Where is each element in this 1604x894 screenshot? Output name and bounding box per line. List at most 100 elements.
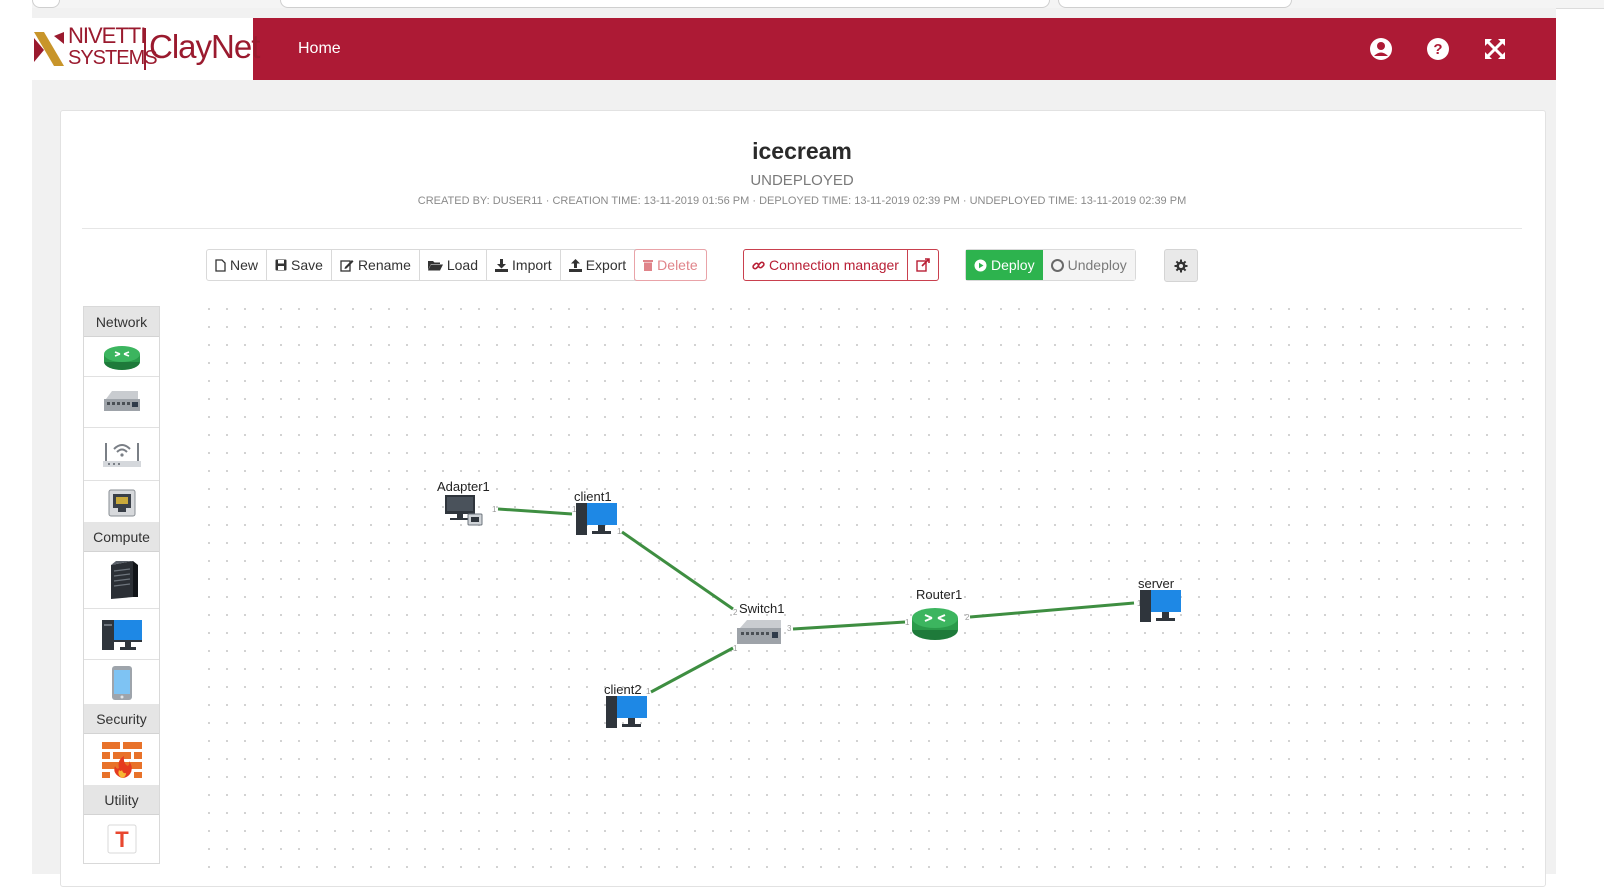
export-button[interactable]: Export xyxy=(561,250,636,280)
folder-open-icon xyxy=(427,261,443,271)
browser-back-button[interactable] xyxy=(32,0,60,8)
desktop-computer-icon xyxy=(101,620,142,650)
firewall-icon xyxy=(101,741,142,778)
server-screen xyxy=(1151,590,1181,612)
palette-item-router[interactable] xyxy=(84,337,159,377)
server-base xyxy=(1156,618,1175,621)
connection-group: Connection manager xyxy=(743,249,939,281)
download-icon xyxy=(495,258,509,272)
project-meta: CREATED BY: DUSER11 · CREATION TIME: 13-… xyxy=(417,195,1187,207)
server-stand xyxy=(1162,612,1169,618)
connection-manager-button[interactable]: Connection manager xyxy=(744,250,908,280)
client2-stand xyxy=(628,718,635,724)
edit-icon xyxy=(340,259,354,272)
delete-button[interactable]: Delete xyxy=(634,249,707,281)
deploy-label: Deploy xyxy=(991,257,1035,273)
component-palette: Network Compute Security Utility T xyxy=(83,306,160,864)
save-button[interactable]: Save xyxy=(267,250,332,280)
upload-icon xyxy=(568,258,582,272)
project-title: icecream xyxy=(752,138,852,164)
user-circle-icon[interactable] xyxy=(1368,36,1394,62)
router-icon xyxy=(103,345,140,370)
palette-item-switch[interactable] xyxy=(84,377,159,428)
adapter-stand xyxy=(457,514,463,518)
mobile-device-icon xyxy=(111,665,132,700)
network-adapter-icon xyxy=(108,489,135,517)
load-label: Load xyxy=(446,257,479,273)
fullscreen-icon[interactable] xyxy=(1482,36,1508,62)
palette-item-desktop[interactable] xyxy=(84,609,159,660)
file-icon xyxy=(215,258,226,272)
deploy-group: Deploy Undeploy xyxy=(965,249,1136,281)
server-tower-icon xyxy=(110,561,138,599)
external-link-icon xyxy=(916,258,930,272)
svg-text:T: T xyxy=(115,827,129,852)
topology-canvas[interactable] xyxy=(200,300,1525,870)
save-label: Save xyxy=(291,257,323,273)
gear-icon xyxy=(1174,259,1188,272)
palette-header-security: Security xyxy=(84,704,159,734)
header-divider xyxy=(82,228,1522,229)
adapter-port xyxy=(471,517,479,522)
link-icon xyxy=(752,260,765,270)
svg-text:?: ? xyxy=(1433,41,1442,58)
node-router1[interactable] xyxy=(912,608,958,640)
desktop-computer-icon xyxy=(1140,590,1151,622)
import-label: Import xyxy=(512,257,552,273)
client2-base xyxy=(622,724,641,727)
palette-item-firewall[interactable] xyxy=(84,734,159,786)
adapter-base xyxy=(450,518,470,520)
client1-stand xyxy=(598,525,605,531)
switch-icon xyxy=(103,391,140,411)
palette-item-server[interactable] xyxy=(84,552,159,609)
client2-screen xyxy=(617,696,647,718)
switch1-uplink xyxy=(772,632,778,638)
brand-logo[interactable]: NIVETTI SYSTEMS ClayNet xyxy=(32,18,260,80)
deploy-button[interactable]: Deploy xyxy=(966,250,1043,280)
export-label: Export xyxy=(585,257,627,273)
palette-item-text[interactable]: T xyxy=(84,815,159,863)
switch-icon xyxy=(740,620,781,628)
browser-address-bar[interactable] xyxy=(280,0,1050,8)
client1-screen xyxy=(587,503,617,525)
load-button[interactable]: Load xyxy=(420,250,488,280)
desktop-computer-icon xyxy=(576,503,587,535)
stop-circle-icon xyxy=(1050,258,1064,272)
play-circle-icon xyxy=(974,259,987,271)
client1-base xyxy=(592,531,611,534)
logo-divider xyxy=(144,28,146,70)
adapter-screen xyxy=(447,497,473,511)
router1-top xyxy=(912,608,958,628)
nav-home-link[interactable]: Home xyxy=(298,40,341,58)
top-navbar: NIVETTI SYSTEMS ClayNet Home ? xyxy=(32,18,1556,80)
logo-text-product: ClayNet xyxy=(149,28,260,65)
delete-label: Delete xyxy=(657,257,698,273)
help-circle-icon[interactable]: ? xyxy=(1425,36,1451,62)
nivetti-mark-icon xyxy=(34,32,64,66)
new-button[interactable]: New xyxy=(207,250,268,280)
connection-manager-label: Connection manager xyxy=(769,257,899,273)
new-label: New xyxy=(230,257,259,273)
palette-item-adapter[interactable] xyxy=(84,481,159,526)
project-status: UNDEPLOYED xyxy=(750,172,854,189)
palette-header-network: Network xyxy=(84,307,159,337)
file-actions-group: New Save Rename Load Import Export Delet… xyxy=(206,249,707,281)
palette-item-wireless-ap[interactable] xyxy=(84,428,159,481)
wireless-ap-icon xyxy=(102,443,141,467)
browser-search-bar[interactable] xyxy=(1058,0,1292,8)
import-button[interactable]: Import xyxy=(487,250,561,280)
settings-button[interactable] xyxy=(1164,249,1198,282)
open-external-button[interactable] xyxy=(908,250,938,280)
text-tool-icon: T xyxy=(107,824,136,854)
rename-label: Rename xyxy=(357,257,411,273)
palette-item-mobile[interactable] xyxy=(84,660,159,706)
palette-header-compute: Compute xyxy=(84,522,159,552)
undeploy-label: Undeploy xyxy=(1067,257,1127,273)
floppy-disk-icon xyxy=(275,259,287,271)
desktop-computer-icon xyxy=(606,696,617,728)
rename-button[interactable]: Rename xyxy=(332,250,420,280)
logo-text-nivetti: NIVETTI xyxy=(68,23,146,48)
trash-icon xyxy=(643,260,654,271)
undeploy-button[interactable]: Undeploy xyxy=(1042,250,1135,280)
palette-header-utility: Utility xyxy=(84,785,159,815)
